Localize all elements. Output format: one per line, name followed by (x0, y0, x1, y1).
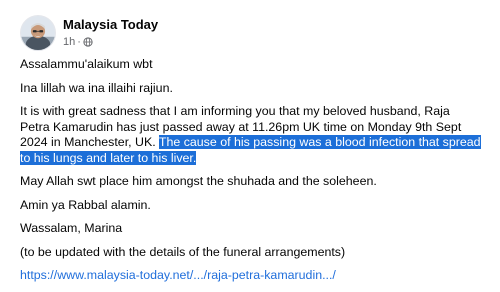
article-link[interactable]: https://www.malaysia-today.net/.../raja-… (20, 268, 336, 282)
avatar-image (21, 16, 55, 50)
post-link-line: https://www.malaysia-today.net/.../raja-… (20, 268, 482, 284)
post-time[interactable]: 1h (63, 35, 75, 49)
meta-separator: · (77, 36, 81, 48)
post-greeting: Assalammu'alaikum wbt (20, 57, 153, 71)
page-name[interactable]: Malaysia Today (63, 17, 158, 33)
post-meta: 1h · (63, 35, 93, 49)
post-header: Malaysia Today 1h · (20, 15, 480, 53)
globe-icon[interactable] (83, 37, 93, 47)
post-update-note: (to be updated with the details of the f… (20, 244, 346, 259)
post-signoff: Wassalam, Marina (20, 221, 123, 235)
post-amin: Amin ya Rabbal alamin. (20, 197, 151, 212)
page-avatar[interactable] (20, 15, 56, 51)
post-announcement: It is with great sadness that I am infor… (20, 104, 482, 166)
post-condolence: Ina lillah wa ina illaihi rajiun. (20, 80, 173, 95)
post-body: Assalammu'alaikum wbt Ina lillah wa ina … (20, 57, 482, 292)
post-prayer: May Allah swt place him amongst the shuh… (20, 174, 377, 188)
